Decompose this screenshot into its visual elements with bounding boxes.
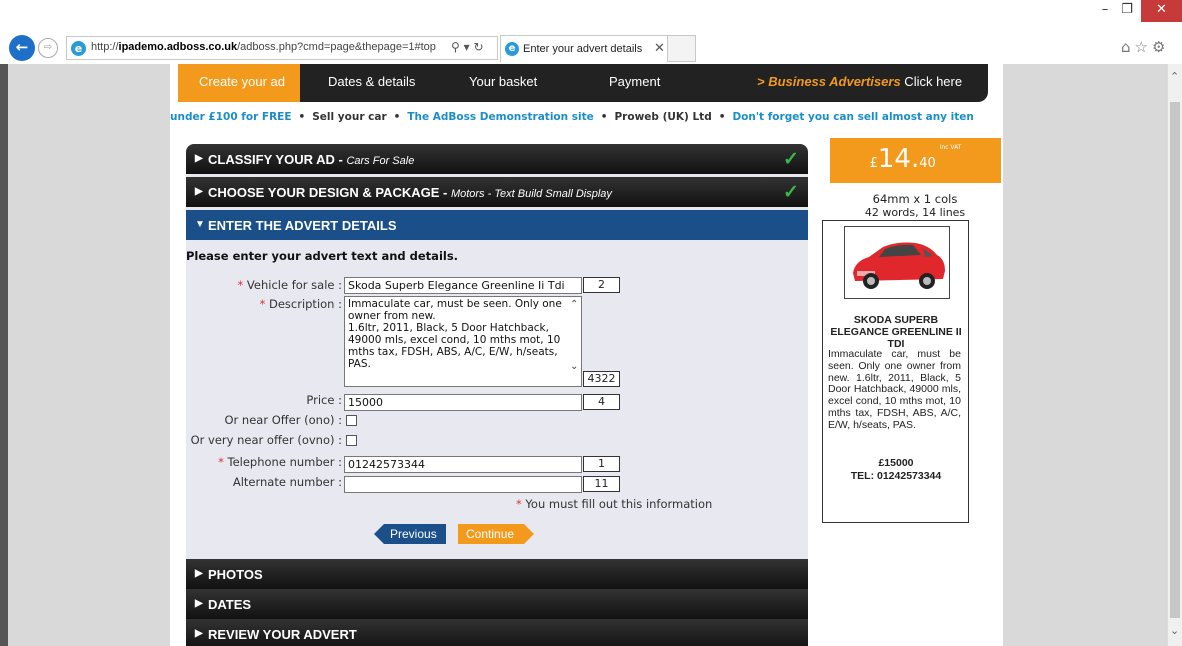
telephone-input[interactable]: 01242573344 <box>344 456 582 473</box>
ticker-item[interactable]: Proweb (UK) Ltd <box>614 111 711 123</box>
price-vat: Inc VAT <box>939 144 962 151</box>
page-content: Create your ad Dates & details Your bask… <box>170 64 1003 646</box>
description-count: 4322 <box>583 371 620 387</box>
search-refresh-icons[interactable]: ⚲ ▾ ↻ <box>451 40 484 54</box>
preview-price: £15000 <box>878 457 914 469</box>
restore-button[interactable]: ❐ <box>1112 0 1142 22</box>
ovno-label: Or very near offer (ovno) : <box>190 433 342 447</box>
page-viewport: Create your ad Dates & details Your bask… <box>0 64 1167 646</box>
form-intro: Please enter your advert text and detail… <box>186 249 459 263</box>
section-design[interactable]: ▶ CHOOSE YOUR DESIGN & PACKAGE - Motors … <box>186 177 808 207</box>
price-box: £14.40 Inc VAT <box>830 138 1001 183</box>
expand-arrow-icon: ▶ <box>195 628 203 639</box>
description-label: * Description : <box>259 297 342 311</box>
browser-chrome: – ❐ ✕ ← ⇨ e http://ipademo.adboss.co.uk/… <box>0 0 1182 64</box>
ad-word-count: 42 words, 14 lines <box>864 206 966 219</box>
required-note: * You must fill out this information <box>516 497 713 511</box>
tab-title: Enter your advert details <box>523 43 643 55</box>
main-nav: Create your ad Dates & details Your bask… <box>178 64 988 102</box>
title-bar: – ❐ ✕ <box>0 0 1182 30</box>
alternate-label: Alternate number : <box>232 475 342 489</box>
preview-title: SKODA SUPERB ELEGANCE GREENLINE II TDI <box>830 314 962 350</box>
telephone-label: * Telephone number : <box>218 455 342 469</box>
chevron-down-icon[interactable]: ⌄ <box>570 361 578 372</box>
expand-arrow-icon: ▶ <box>195 598 203 609</box>
nav-dates-details[interactable]: Dates & details <box>328 74 415 89</box>
price-label: Price : <box>306 393 342 407</box>
price-currency: £ <box>869 156 878 171</box>
ticker-item[interactable]: Don't forget you can sell almost any ite… <box>732 111 973 123</box>
vehicle-input[interactable]: Skoda Superb Elegance Greenline Ii Tdi <box>344 277 582 294</box>
price-input[interactable]: 15000 <box>344 394 582 411</box>
alternate-count: 11 <box>583 476 620 492</box>
scroll-up-icon[interactable]: ⌃ <box>1170 70 1179 83</box>
preview-text: Immaculate car, must be seen. Only one o… <box>828 348 961 431</box>
back-button[interactable]: ← <box>9 35 35 61</box>
address-bar[interactable]: e http://ipademo.adboss.co.uk/adboss.php… <box>66 36 498 60</box>
section-photos[interactable]: ▶ PHOTOS <box>186 559 808 589</box>
ad-form-panel: ▶ CLASSIFY YOUR AD - Cars For Sale ✓ ▶ C… <box>186 144 808 646</box>
vehicle-label: * Vehicle for sale : <box>237 278 343 292</box>
nav-payment[interactable]: Payment <box>609 74 660 89</box>
previous-button[interactable]: Previous <box>374 524 446 544</box>
section-dates[interactable]: ▶ DATES <box>186 589 808 619</box>
ticker-item[interactable]: The AdBoss Demonstration site <box>407 111 593 123</box>
scrollbar-thumb[interactable] <box>1170 102 1180 618</box>
section-enter-details[interactable]: ▼ ENTER THE ADVERT DETAILS <box>186 210 808 240</box>
tab-close-icon[interactable]: ✕ <box>654 41 665 56</box>
ad-preview: SKODA SUPERB ELEGANCE GREENLINE II TDI I… <box>822 220 969 523</box>
ticker-item[interactable]: Sell your car <box>312 111 386 123</box>
scroll-down-icon[interactable]: ⌄ <box>1170 624 1179 637</box>
check-icon: ✓ <box>783 182 799 203</box>
section-classify[interactable]: ▶ CLASSIFY YOUR AD - Cars For Sale ✓ <box>186 144 808 174</box>
left-edge <box>0 64 8 646</box>
nav-business-advertisers[interactable]: > Business Advertisers Click here <box>757 74 962 89</box>
ovno-checkbox[interactable] <box>346 435 357 446</box>
ono-checkbox[interactable] <box>346 415 357 426</box>
section-review[interactable]: ▶ REVIEW YOUR ADVERT <box>186 619 808 646</box>
ad-size: 64mm x 1 cols <box>872 192 958 206</box>
close-window-button[interactable]: ✕ <box>1141 0 1182 22</box>
telephone-count: 1 <box>583 456 620 472</box>
url-text[interactable]: http://ipademo.adboss.co.uk/adboss.php?c… <box>91 41 436 53</box>
price-decimal: 40 <box>919 156 936 171</box>
continue-button[interactable]: Continue <box>458 524 534 544</box>
preview-telephone: TEL: 01242573344 <box>850 470 942 482</box>
expand-arrow-icon: ▶ <box>195 186 203 197</box>
expand-arrow-icon: ▶ <box>195 568 203 579</box>
description-text: Immaculate car, must be seen. Only one o… <box>348 298 562 370</box>
nav-your-basket[interactable]: Your basket <box>469 74 537 89</box>
price-main: 14. <box>877 144 920 174</box>
page-scrollbar[interactable]: ⌃ ⌄ <box>1167 64 1182 646</box>
check-icon: ✓ <box>783 149 799 170</box>
ie-logo-icon: e <box>71 41 86 56</box>
ono-label: Or near Offer (ono) : <box>224 413 342 427</box>
news-ticker: under £100 for FREE • Sell your car • The Ad… <box>170 111 974 123</box>
new-tab-button[interactable] <box>667 35 696 62</box>
chevron-up-icon[interactable]: ⌃ <box>570 299 578 310</box>
nav-create-your-ad[interactable]: Create your ad <box>199 74 285 89</box>
tab-ie-icon: e <box>505 42 519 56</box>
forward-button[interactable]: ⇨ <box>38 38 58 58</box>
collapse-arrow-icon: ▼ <box>195 219 205 230</box>
expand-arrow-icon: ▶ <box>195 153 203 164</box>
price-count: 4 <box>583 394 620 410</box>
ticker-item[interactable]: under £100 for FREE <box>170 111 292 123</box>
alternate-input[interactable] <box>344 476 582 493</box>
car-photo <box>844 226 950 299</box>
vehicle-count: 2 <box>583 277 620 293</box>
home-favorites-settings-icons[interactable]: ⌂☆⚙ <box>1121 38 1169 56</box>
description-textarea[interactable]: Immaculate car, must be seen. Only one o… <box>344 296 582 387</box>
